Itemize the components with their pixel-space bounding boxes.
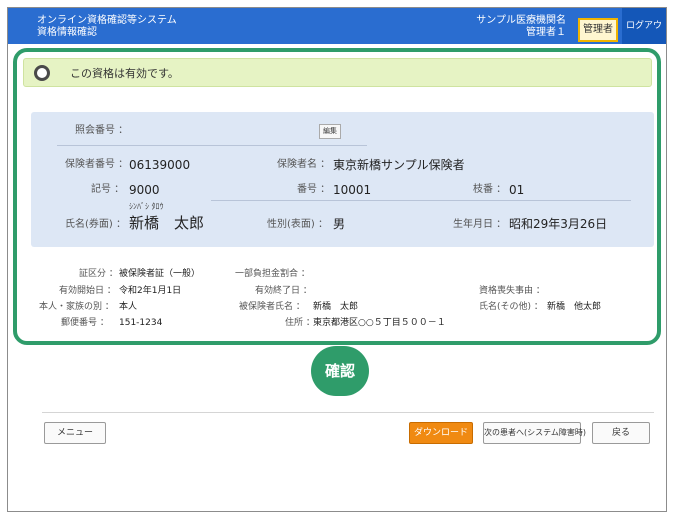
back-button[interactable]: 戻る (592, 422, 650, 444)
menu-button[interactable]: メニュー (44, 422, 106, 444)
logout-button[interactable]: ログアウト (622, 8, 666, 67)
birth-value: 昭和29年3月26日 (509, 217, 608, 231)
other-name-value: 新橋 他太郎 (547, 302, 602, 312)
loss-reason-label: 資格喪失事由 ： (479, 286, 545, 296)
insurer-name-value: 東京新橋サンプル保険者 (333, 158, 465, 172)
qualification-info-box: 照会番号 ： 編集 保険者番号 ： 06139000 保険者名 ： 東京新橋サン… (31, 112, 654, 247)
card-type-label: 証区分 ： (79, 269, 118, 279)
symbol-label: 記号 ： (91, 184, 125, 195)
download-button[interactable]: ダウンロード (409, 422, 473, 444)
screen-title: 資格情報確認 (37, 27, 97, 38)
role-badge: 管理者 (578, 18, 618, 42)
sex-value: 男 (333, 217, 346, 231)
card-type-value: 被保険者証（一般） (119, 269, 201, 279)
insured-name-value: 新橋 太郎 (313, 302, 359, 312)
address-label: 住所 ： (285, 318, 315, 328)
sex-label: 性別(表面) ： (267, 219, 328, 230)
name-value: 新橋 太郎 (129, 214, 205, 232)
name-kana: ｼﾝﾊﾞｼ ﾀﾛｳ (129, 202, 164, 211)
divider (57, 145, 367, 146)
insured-name-label: 被保険者氏名 ： (239, 302, 305, 312)
other-name-label: 氏名(その他) ： (479, 302, 543, 312)
number-label: 番号 ： (297, 184, 331, 195)
branch-label: 枝番 ： (473, 184, 507, 195)
user-name: 管理者１ (526, 27, 566, 38)
copay-label: 一部負担金割合 ： (235, 269, 310, 279)
valid-end-label: 有効終了日 ： (255, 286, 312, 296)
confirm-button[interactable]: 確認 (311, 346, 369, 396)
relation-value: 本人 (119, 302, 138, 312)
header-bar: オンライン資格確認等システム 資格情報確認 サンプル医療機関名 管理者１ 管理者… (8, 8, 666, 67)
valid-start-value: 令和2年1月1日 (119, 286, 182, 296)
institution-name: サンプル医療機関名 (476, 15, 566, 26)
postal-label: 郵便番号 ： (61, 318, 109, 328)
edit-button[interactable]: 編集 (319, 124, 341, 139)
birth-label: 生年月日 ： (453, 219, 507, 230)
insurer-number-label: 保険者番号 ： (65, 159, 129, 170)
symbol-value: 9000 (129, 183, 160, 197)
relation-label: 本人・家族の別 ： (39, 302, 114, 312)
next-patient-button[interactable]: 次の患者へ(システム障害時) (483, 422, 586, 444)
status-message: この資格は有効です。 (70, 67, 179, 80)
inquiry-number-label: 照会番号 ： (75, 125, 129, 136)
valid-start-label: 有効開始日 ： (59, 286, 116, 296)
insurer-name-label: 保険者名 ： (277, 159, 331, 170)
app-window: オンライン資格確認等システム 資格情報確認 サンプル医療機関名 管理者１ 管理者… (7, 7, 667, 512)
number-value: 10001 (333, 183, 372, 197)
app-title: オンライン資格確認等システム (37, 15, 177, 26)
name-label: 氏名(券面) ： (65, 219, 126, 230)
branch-value: 01 (509, 183, 525, 197)
insurer-number-value: 06139000 (129, 158, 191, 172)
footer-divider (42, 412, 654, 413)
postal-value: 151-1234 (119, 318, 163, 328)
qualification-panel: この資格は有効です。 照会番号 ： 編集 保険者番号 ： 06139000 保険… (13, 48, 661, 345)
divider (211, 200, 631, 201)
address-value: 東京都港区○○５丁目５００－１ (313, 318, 446, 328)
status-banner: この資格は有効です。 (23, 58, 652, 87)
status-circle-icon (34, 65, 50, 81)
